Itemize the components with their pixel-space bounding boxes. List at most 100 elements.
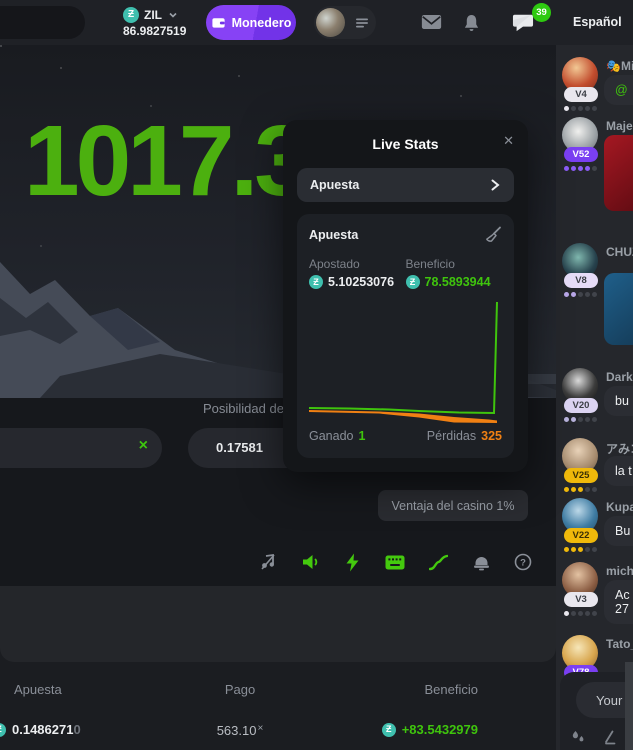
chat-username: Tato_: [606, 637, 633, 651]
history-profit-cell: Ƶ +83.5432979: [382, 722, 478, 737]
droplets-icon: [570, 729, 586, 745]
profit-value: Ƶ 78.5893944: [406, 275, 503, 289]
chat-username: Dark: [606, 370, 633, 384]
multiplier-symbol: ×: [139, 437, 148, 455]
stats-squiggle-icon: [429, 554, 448, 571]
live-stats-modal: Live Stats ✕ Apuesta Apuesta Apostado Ƶ: [283, 120, 528, 472]
level-dots: [564, 547, 597, 552]
game-footer-panel: [0, 586, 556, 662]
history-bet-cell: Ƶ 0.14862710: [0, 722, 81, 737]
profit-line: [309, 302, 497, 413]
chat-icon: [512, 12, 534, 33]
level-badge: V25: [564, 468, 598, 483]
reset-broom-icon[interactable]: [485, 226, 502, 243]
side-panel-edge: [625, 662, 633, 750]
mail-button[interactable]: [419, 10, 443, 34]
col-header-payout: Pago: [150, 682, 330, 697]
modal-title: Live Stats: [283, 136, 528, 152]
svg-text:?: ?: [520, 557, 526, 568]
close-icon[interactable]: ✕: [503, 133, 514, 149]
help-button[interactable]: ?: [509, 548, 537, 576]
house-edge-tooltip: Ventaja del casino 1%: [378, 490, 528, 521]
chat-bubble: la t: [604, 456, 633, 486]
casino-limbo-page: Ƶ ZIL 86.9827519 Monedero: [0, 0, 633, 750]
win-chance-label: Posibilidad de: [203, 401, 284, 416]
slash-icon: [602, 729, 618, 745]
chat-input-panel: [560, 672, 633, 750]
live-stats-button[interactable]: [424, 548, 452, 576]
level-badge: V20: [564, 398, 598, 413]
col-header-profit: Beneficio: [425, 682, 478, 697]
topbar: Ƶ ZIL 86.9827519 Monedero: [0, 0, 633, 45]
level-badge: V52: [564, 147, 598, 162]
stats-mode-dropdown[interactable]: Apuesta: [297, 168, 514, 202]
profit-sparkline-chart: [309, 297, 502, 423]
level-badge: V22: [564, 528, 598, 543]
currency-selector[interactable]: Ƶ ZIL: [123, 7, 179, 23]
hotkeys-button[interactable]: [381, 548, 409, 576]
chat-username: アみコ: [606, 440, 633, 457]
chat-username: Kupa: [606, 500, 633, 514]
menu-icon: [356, 18, 368, 28]
dropdown-label: Apuesta: [310, 178, 359, 192]
bell-icon: [463, 14, 480, 32]
notifications-button[interactable]: [459, 11, 483, 35]
history-payout-cell: 563.10×: [150, 723, 330, 738]
zil-coin-icon: Ƶ: [123, 7, 139, 23]
level-badge: V4: [564, 87, 598, 102]
chat-unread-badge: 39: [532, 3, 551, 22]
wallet-balance: 86.9827519: [123, 24, 186, 38]
zil-coin-icon: Ƶ: [382, 723, 396, 737]
language-selector[interactable]: Español: [573, 15, 622, 29]
rain-tip-button[interactable]: [568, 727, 588, 747]
level-dots: [564, 106, 597, 111]
level-badge: V3: [564, 592, 598, 607]
helmet-icon: [473, 554, 490, 571]
chat-image-message: [604, 135, 633, 211]
instant-bet-button[interactable]: [338, 548, 366, 576]
chat-username: mich: [606, 564, 633, 578]
keyboard-icon: [385, 555, 405, 570]
currency-code: ZIL: [144, 8, 162, 22]
starfield: [0, 45, 2, 47]
fairness-button[interactable]: [467, 548, 495, 576]
search-box[interactable]: [0, 6, 85, 39]
help-icon: ?: [514, 553, 532, 571]
level-dots: [564, 487, 597, 492]
user-menu[interactable]: [314, 6, 376, 39]
chat-image-message: [604, 273, 633, 345]
level-dots: [564, 292, 597, 297]
chevron-down-icon: [167, 9, 179, 21]
level-dots: [564, 417, 597, 422]
stats-card: Apuesta Apostado Ƶ 5.10253076 Beneficio: [297, 214, 514, 458]
lightning-icon: [345, 553, 360, 572]
wagered-value: Ƶ 5.10253076: [309, 275, 406, 289]
music-off-icon: [259, 553, 277, 571]
chat-bubble: Ac 27: [604, 580, 633, 624]
user-avatar: [316, 8, 345, 37]
music-mute-button[interactable]: [254, 548, 282, 576]
level-dots: [564, 166, 597, 171]
chat-sidebar: 🎭Mi @ V4 Maje V52 CHUZ V8 Dark bu V20: [556, 45, 633, 750]
target-multiplier-input[interactable]: ×: [0, 428, 162, 468]
wallet-icon: [211, 15, 226, 30]
mail-icon: [421, 13, 442, 31]
chat-bubble: Bu: [604, 516, 633, 546]
stats-card-title: Apuesta: [309, 228, 358, 242]
wagered-label: Apostado: [309, 257, 406, 271]
chat-username: Maje: [606, 119, 633, 133]
multiplier-result: 1017.3: [24, 111, 306, 211]
zil-coin-icon: Ƶ: [0, 723, 6, 737]
sound-button[interactable]: [296, 548, 324, 576]
chat-bubble: bu: [604, 386, 633, 416]
bet-history-table: Apuesta Pago Beneficio Ƶ 0.14862710 563.…: [0, 662, 556, 750]
losses-counter: Pérdidas325: [427, 429, 502, 443]
wins-counter: Ganado1: [309, 429, 365, 443]
wallet-button-label: Monedero: [232, 16, 292, 30]
level-badge: V8: [564, 273, 598, 288]
col-header-bet: Apuesta: [14, 682, 62, 697]
chevron-right-icon: [489, 178, 501, 192]
zil-coin-icon: Ƶ: [406, 275, 420, 289]
wallet-button[interactable]: Monedero: [206, 5, 296, 40]
chat-rules-button[interactable]: [600, 727, 620, 747]
